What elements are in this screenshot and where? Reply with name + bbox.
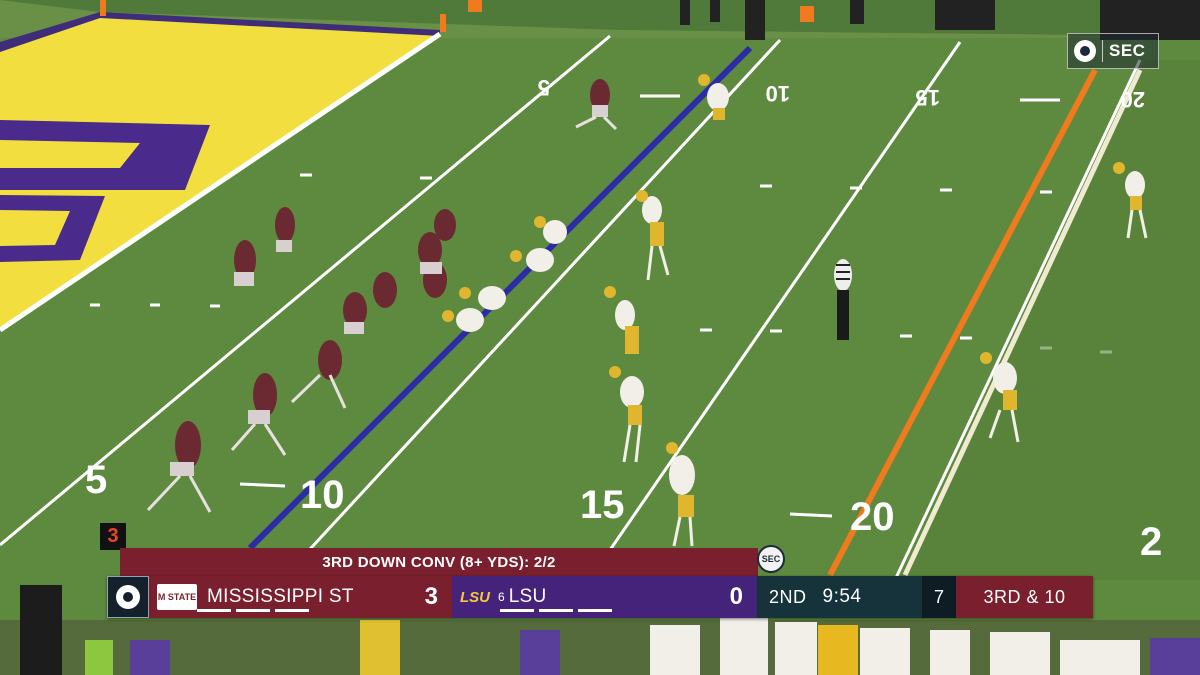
home-timeouts: [500, 609, 612, 612]
period: 2ND: [769, 586, 807, 607]
network-bug: SEC: [1067, 33, 1159, 69]
yard-number-10: 10: [300, 473, 345, 517]
divider: [1102, 40, 1103, 62]
yard-number-5-far: 5: [538, 75, 550, 100]
away-timeouts: [197, 609, 309, 612]
sec-logo-icon: SEC: [757, 545, 785, 573]
game-clock: 2ND 9:54: [757, 576, 922, 618]
yard-number-20-far: 20: [1121, 87, 1145, 112]
away-score: 3: [424, 583, 438, 610]
cbs-eye-icon: [116, 585, 140, 609]
home-team-rank: 6: [498, 590, 505, 604]
cbs-eye-icon: [1074, 40, 1096, 62]
yard-number-10-far: 10: [766, 81, 790, 106]
away-team: M STATE MISSISSIPPI ST 3: [149, 576, 452, 618]
down-indicator-tab: 3: [100, 523, 126, 550]
away-team-name: MISSISSIPPI ST: [207, 586, 354, 607]
home-score: 0: [729, 583, 743, 610]
yard-number-15: 15: [580, 483, 625, 527]
clock-time: 9:54: [822, 586, 862, 607]
yard-number-5: 5: [85, 458, 107, 502]
home-team: LSU 6 LSU 0: [452, 576, 757, 618]
yard-number-20: 20: [850, 495, 895, 539]
home-team-name: LSU: [508, 586, 547, 607]
network-name: SEC: [1109, 41, 1146, 60]
msu-logo-icon: M STATE: [157, 584, 197, 610]
play-clock: 7: [922, 576, 956, 618]
yard-number-15-far: 15: [916, 85, 940, 110]
yard-number-2: 2: [1140, 520, 1162, 564]
stat-banner: 3RD DOWN CONV (8+ YDS): 2/2: [120, 548, 758, 576]
network-logo: [107, 576, 149, 618]
lsu-logo-icon: LSU: [460, 588, 490, 606]
score-bug: M STATE MISSISSIPPI ST 3 LSU 6 LSU 0 2ND…: [107, 576, 1093, 618]
down-and-distance: 3RD & 10: [956, 576, 1093, 618]
